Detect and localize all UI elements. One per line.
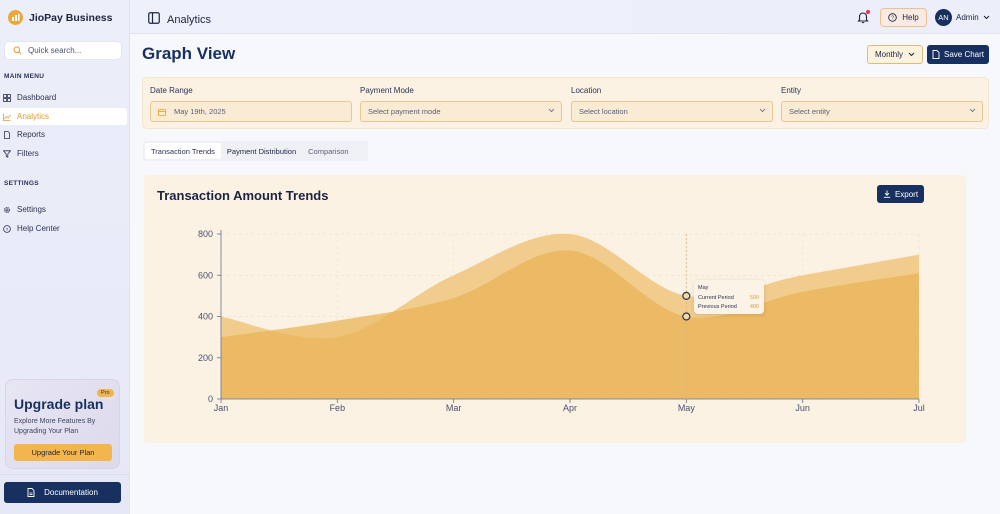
gear-icon — [4, 206, 10, 213]
sidebar-item-filters[interactable]: Filters — [0, 145, 127, 162]
chevron-down-icon — [983, 15, 990, 20]
calendar-icon — [158, 108, 166, 116]
avatar[interactable]: AN — [935, 9, 952, 26]
chart-card: Transaction Amount Trends Export 0 200 400… — [144, 175, 966, 443]
settings-section-label: SETTINGS — [4, 180, 39, 187]
y-tick-label-0: 0 — [208, 394, 213, 404]
brand[interactable]: JioPay Business — [8, 10, 112, 25]
chevron-down-icon — [548, 108, 555, 113]
y-tick-label-2: 400 — [198, 312, 213, 322]
sidebar-toggle-icon[interactable] — [148, 11, 160, 29]
save-chart-button[interactable]: Save Chart — [927, 45, 989, 64]
payment-mode-select[interactable]: Select payment mode — [360, 101, 562, 122]
x-tick-label-4: May — [678, 403, 696, 413]
line-chart-icon — [3, 113, 11, 121]
search-input[interactable] — [28, 46, 118, 55]
svg-text:?: ? — [891, 16, 894, 22]
tooltip-month: May — [698, 285, 709, 291]
sidebar-divider — [0, 474, 130, 475]
help-button-label: Help — [902, 13, 919, 22]
chart-tabs: Transaction Trends Payment Distribution … — [143, 141, 368, 161]
location-select[interactable]: Select location — [571, 101, 773, 122]
brand-logo-icon — [8, 10, 23, 25]
x-tick-label-6: Jul — [913, 403, 925, 413]
entity-placeholder: Select entity — [789, 107, 830, 116]
sidebar-item-reports[interactable]: Reports — [0, 126, 127, 143]
tab-payment-distribution[interactable]: Payment Distribution — [221, 143, 302, 159]
x-tick-label-3: Apr — [563, 403, 577, 413]
x-tick-label-2: Mar — [446, 403, 462, 413]
main-menu-label: MAIN MENU — [4, 73, 45, 80]
series-area-1 — [221, 250, 919, 399]
help-circle-icon: ? — [3, 224, 11, 232]
payment-mode-label: Payment Mode — [360, 86, 414, 95]
upgrade-card: Pro Upgrade plan Explore More Features B… — [5, 379, 120, 469]
sidebar-item-analytics[interactable]: Analytics — [0, 108, 127, 125]
location-label: Location — [571, 86, 602, 95]
filter-icon — [3, 149, 11, 158]
brand-name: JioPay Business — [29, 11, 113, 24]
y-tick-label-1: 200 — [198, 353, 213, 363]
highlight-point-0[interactable] — [682, 291, 691, 300]
filter-panel: Date Range May 19th, 2025 Payment Mode S… — [142, 77, 989, 129]
help-button[interactable]: ? Help — [880, 8, 927, 27]
page-header: Analytics — [148, 11, 211, 29]
upgrade-description: Explore More Features By Upgrading Your … — [14, 418, 96, 435]
search-icon — [13, 46, 22, 55]
sidebar-item-label: Settings — [17, 205, 46, 214]
page-title: Graph View — [142, 44, 236, 63]
sidebar-item-settings[interactable]: Settings — [0, 201, 127, 218]
grid-icon — [3, 93, 11, 102]
sidebar-item-label: Dashboard — [17, 93, 57, 102]
tooltip-previous-value: 400 — [749, 304, 759, 310]
header-section-label: Analytics — [167, 14, 212, 26]
avatar-initials: AN — [938, 13, 949, 22]
sidebar-item-label: Reports — [17, 130, 46, 139]
tab-comparison[interactable]: Comparison — [302, 143, 354, 159]
chevron-down-icon — [759, 108, 766, 113]
help-circle-icon: ? — [888, 13, 898, 22]
date-range-value: May 19th, 2025 — [174, 107, 226, 116]
date-range-label: Date Range — [150, 86, 193, 95]
entity-label: Entity — [781, 86, 802, 95]
tooltip-previous-label: Previous Period — [698, 304, 737, 310]
user-name: Admin — [956, 13, 979, 22]
documentation-label: Documentation — [44, 488, 98, 497]
payment-mode-placeholder: Select payment mode — [368, 107, 441, 116]
entity-select[interactable]: Select entity — [781, 101, 983, 122]
x-tick-label-5: Jun — [795, 403, 810, 413]
y-tick-label-3: 600 — [198, 270, 213, 280]
sidebar-item-label: Analytics — [17, 112, 50, 121]
sidebar-item-label: Help Center — [17, 224, 60, 233]
tooltip-current-label: Current Period — [698, 295, 734, 301]
upgrade-plan-button[interactable]: Upgrade Your Plan — [14, 444, 112, 461]
chart-tooltip: May Current Period 500 Previous Period 4… — [694, 280, 764, 314]
area-chart: 0 200 400 600 800 Jan Feb Mar Apr May Jun Jul — [198, 229, 925, 413]
sidebar-item-label: Filters — [17, 149, 39, 158]
document-icon — [27, 488, 35, 497]
period-select-value: Monthly — [874, 50, 903, 59]
highlight-point-1[interactable] — [682, 312, 691, 321]
documentation-button[interactable]: Documentation — [4, 482, 121, 503]
y-tick-label-4: 800 — [198, 229, 213, 239]
sidebar-item-dashboard[interactable]: Dashboard — [0, 89, 127, 106]
period-select[interactable]: Monthly — [867, 45, 923, 64]
location-placeholder: Select location — [579, 107, 628, 116]
x-tick-label-1: Feb — [330, 403, 346, 413]
chevron-down-icon — [969, 108, 976, 113]
search-box[interactable] — [4, 41, 122, 60]
svg-text:?: ? — [6, 226, 9, 232]
tab-transaction-trends[interactable]: Transaction Trends — [145, 143, 221, 159]
user-menu[interactable]: Admin — [956, 13, 990, 22]
chevron-down-icon — [908, 52, 915, 57]
notification-dot — [866, 10, 870, 14]
date-range-picker[interactable]: May 19th, 2025 — [150, 101, 352, 122]
x-tick-label-0: Jan — [214, 403, 229, 413]
document-icon — [4, 130, 10, 139]
sidebar-item-help-center[interactable]: ? Help Center — [0, 220, 127, 237]
upgrade-title: Upgrade plan — [14, 396, 104, 412]
save-chart-label: Save Chart — [943, 50, 985, 59]
tooltip-current-value: 500 — [749, 295, 759, 301]
document-icon — [932, 50, 940, 59]
